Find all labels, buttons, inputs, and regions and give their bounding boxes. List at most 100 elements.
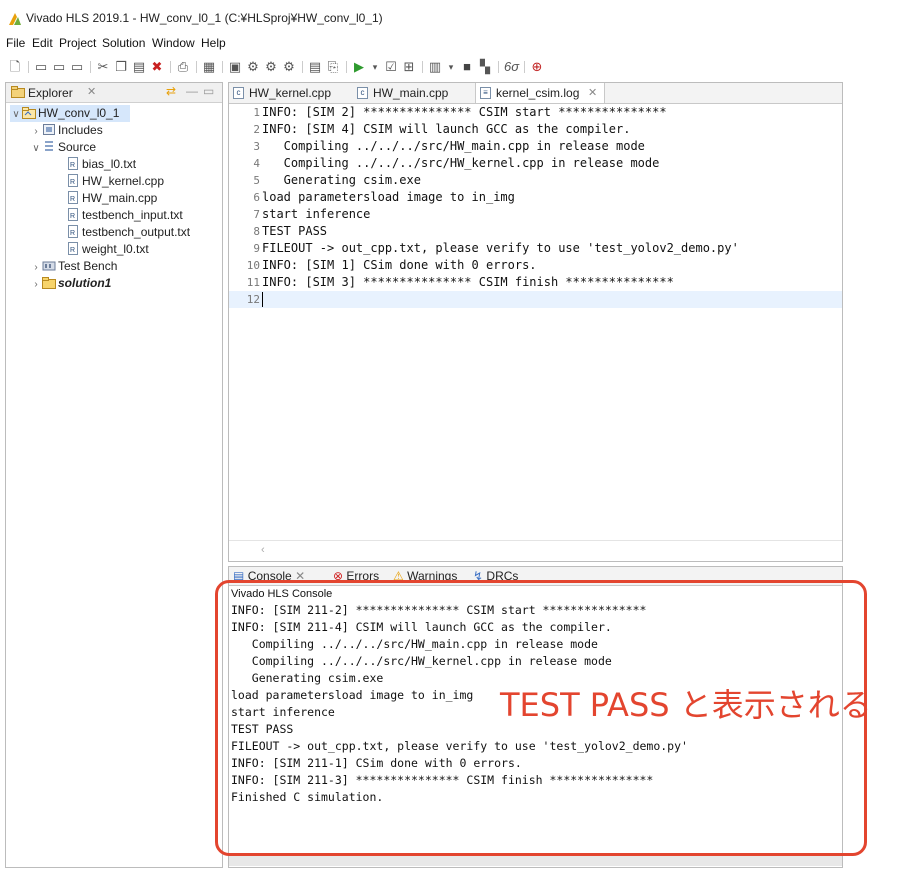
annotation-text: TEST PASS と表示される [500, 686, 872, 724]
console-line: INFO: [SIM 211-4] CSIM will launch GCC a… [231, 620, 612, 634]
svg-text:R: R [70, 213, 75, 220]
analysis-icon[interactable]: 6σ [504, 60, 519, 74]
explorer-folder-icon [11, 86, 25, 98]
toolbar-separator [302, 61, 303, 73]
console-line: Compiling ../../../src/HW_kernel.cpp in … [231, 654, 612, 668]
chevron-down-icon[interactable]: ∨ [10, 106, 22, 123]
copy-icon[interactable]: ❐ [114, 60, 128, 74]
chevron-right-icon[interactable]: › [30, 123, 42, 140]
check-icon[interactable]: ☑ [384, 60, 398, 74]
console-line: Finished C simulation. [231, 790, 384, 804]
tab-label: HW_kernel.cpp [249, 86, 332, 100]
editor-horizontal-scrollbar[interactable]: ‹ [229, 540, 842, 561]
menu-help[interactable]: Help [201, 36, 226, 50]
tree-item-file[interactable]: Rweight_l0.txt [66, 241, 149, 258]
grid-icon[interactable]: ⊞ [402, 60, 416, 74]
tree-item-source[interactable]: ∨ Source [30, 139, 96, 156]
tab-hw-main[interactable]: c HW_main.cpp [353, 83, 471, 103]
print-icon[interactable]: ⎙ [176, 60, 190, 74]
toolbar-separator [524, 61, 525, 73]
tab-hw-kernel[interactable]: c HW_kernel.cpp [229, 83, 351, 103]
tree-item-file[interactable]: Rtestbench_input.txt [66, 207, 183, 224]
tree-item-label: Source [58, 140, 97, 154]
close-icon[interactable]: ✕ [588, 83, 597, 103]
debug-icon[interactable]: ⊕ [530, 60, 544, 74]
tab-errors[interactable]: ⊗ Errors [333, 569, 379, 583]
cut-icon[interactable]: ✂ [96, 60, 110, 74]
synthesis-icon[interactable]: ⚙ [282, 60, 296, 74]
tree-item-label: HW_kernel.cpp [82, 174, 165, 188]
chevron-right-icon[interactable]: › [30, 276, 42, 293]
tab-kernel-csim-log[interactable]: ≡ kernel_csim.log ✕ [475, 83, 605, 103]
toolbar: 🗋 ▭ ▭ ▭ ✂ ❐ ▤ ✖ ⎙ ▦ ▣ ⚙ ⚙ ⚙ ▤ ⎘ ▶ ▾ ☑ ⊞ … [0, 55, 924, 81]
console-line: INFO: [SIM 211-1] CSim done with 0 error… [231, 756, 522, 770]
log-file-icon: ≡ [480, 87, 491, 99]
vivado-logo-icon [9, 13, 21, 25]
menu-solution[interactable]: Solution [102, 36, 145, 50]
tree-item-project[interactable]: ∨ HW_conv_l0_1 [10, 105, 130, 122]
tree-item-file[interactable]: R HW_kernel.cpp [66, 173, 164, 190]
tree-item-label: testbench_input.txt [82, 208, 183, 222]
cosim-icon[interactable]: ▤ [308, 60, 322, 74]
console-line: Compiling ../../../src/HW_main.cpp in re… [231, 637, 598, 651]
toolbar-separator [170, 61, 171, 73]
sync-icon[interactable]: ⇄ [166, 84, 176, 98]
export-icon[interactable]: ⎘ [326, 60, 340, 74]
directive-icon[interactable]: ⚙ [264, 60, 278, 74]
tree-item-label: bias_l0.txt [82, 157, 137, 171]
menu-file[interactable]: File [6, 36, 25, 50]
solution-settings-icon[interactable]: ⚙ [246, 60, 260, 74]
tree-item-label: HW_conv_l0_1 [38, 106, 120, 120]
report-dropdown-icon[interactable]: ▾ [444, 60, 458, 74]
new-icon[interactable]: 🗋 [8, 60, 22, 74]
file-icon: R [68, 157, 78, 170]
scroll-left-icon[interactable]: ‹ [261, 544, 265, 556]
console-line: load parametersload image to in_img [231, 688, 474, 702]
save-as-icon[interactable]: ▭ [70, 60, 84, 74]
explorer-header: Explorer ✕ ⇄ — ▭ [6, 83, 222, 103]
tree-item-label: Includes [58, 123, 103, 137]
stop-icon[interactable]: ■ [460, 60, 474, 74]
tree-item-label: testbench_output.txt [82, 225, 191, 239]
chevron-right-icon[interactable]: › [30, 259, 42, 276]
report-icon[interactable]: ▥ [428, 60, 442, 74]
menu-project[interactable]: Project [59, 36, 96, 50]
paste-icon[interactable]: ▤ [132, 60, 146, 74]
warning-icon: ⚠ [393, 569, 404, 583]
console-horizontal-scrollbar[interactable] [229, 853, 842, 866]
run-dropdown-icon[interactable]: ▾ [368, 60, 382, 74]
tree-item-solution[interactable]: › solution1 [30, 275, 111, 292]
save-icon[interactable]: ▭ [34, 60, 48, 74]
new-solution-icon[interactable]: ▣ [228, 60, 242, 74]
menu-window[interactable]: Window [152, 36, 195, 50]
tree-item-file[interactable]: Rtestbench_output.txt [66, 224, 190, 241]
chevron-down-icon[interactable]: ∨ [30, 140, 42, 157]
delete-icon[interactable]: ✖ [150, 60, 164, 74]
explorer-panel: Explorer ✕ ⇄ — ▭ ∨ HW_conv_l0_1 › Includes… [5, 82, 223, 868]
tree-item-includes[interactable]: › Includes [30, 122, 103, 140]
minimize-icon[interactable]: — [186, 84, 198, 98]
tree-item-file[interactable]: Rbias_l0.txt [66, 156, 136, 173]
toolbar-separator [222, 61, 223, 73]
tab-console[interactable]: ▤ Console ✕ [233, 569, 305, 583]
tree-item-file[interactable]: R HW_main.cpp [66, 190, 157, 207]
tab-label: kernel_csim.log [496, 86, 580, 100]
tab-warnings[interactable]: ⚠ Warnings [393, 569, 457, 583]
save-all-icon[interactable]: ▭ [52, 60, 66, 74]
maximize-icon[interactable]: ▭ [203, 84, 214, 98]
tree-item-test-bench[interactable]: › Test Bench [30, 258, 117, 275]
code-line: 3 Compiling ../../../src/HW_main.cpp in … [253, 139, 645, 153]
layout-icon[interactable]: ▚ [478, 60, 492, 74]
run-icon[interactable]: ▶ [352, 60, 366, 74]
editor-panel: c HW_kernel.cpp c HW_main.cpp ≡ kernel_c… [228, 82, 843, 562]
toolbar-separator [90, 61, 91, 73]
file-icon: R [68, 191, 78, 204]
close-icon[interactable]: ✕ [295, 569, 305, 583]
project-icon [22, 107, 36, 119]
explorer-close-icon[interactable]: ✕ [87, 85, 96, 98]
toolbar-separator [498, 61, 499, 73]
menu-edit[interactable]: Edit [32, 36, 53, 50]
tab-drcs[interactable]: ↯ DRCs [473, 569, 518, 583]
console-line: Generating csim.exe [231, 671, 384, 685]
project-settings-icon[interactable]: ▦ [202, 60, 216, 74]
